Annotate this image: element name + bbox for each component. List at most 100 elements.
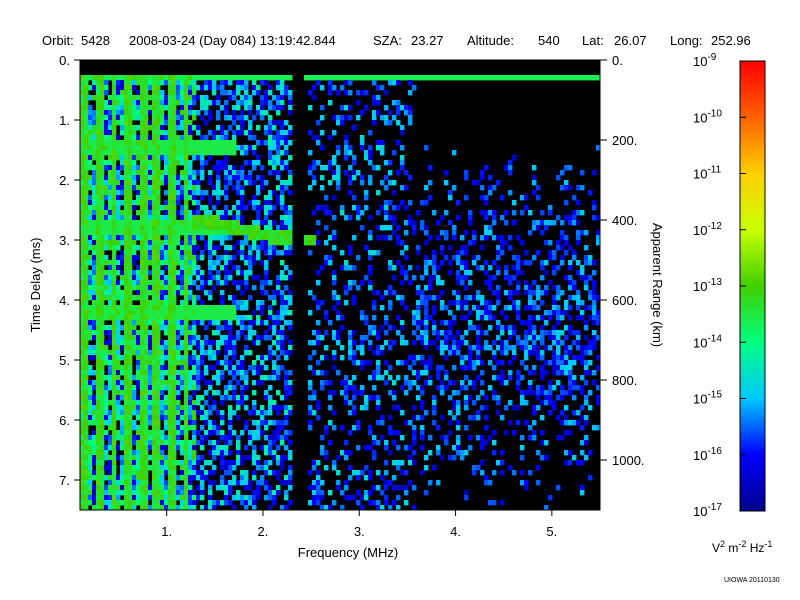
spectrogram-cell	[148, 205, 153, 211]
spectrogram-cell	[132, 110, 137, 116]
spectrogram-cell	[216, 310, 221, 316]
spectrogram-cell	[128, 75, 133, 81]
spectrogram-cell	[188, 460, 193, 466]
spectrogram-cell	[144, 285, 149, 291]
spectrogram-cell	[344, 265, 349, 271]
spectrogram-cell	[304, 235, 309, 241]
spectrogram-cell	[144, 265, 149, 271]
spectrogram-cell	[84, 435, 89, 441]
spectrogram-cell	[100, 310, 105, 316]
spectrogram-cell	[88, 435, 93, 441]
spectrogram-cell	[416, 285, 421, 291]
spectrogram-cell	[132, 435, 137, 441]
spectrogram-cell	[100, 485, 105, 491]
spectrogram-cell	[536, 290, 541, 296]
spectrogram-cell	[224, 190, 229, 196]
spectrogram-cell	[124, 485, 129, 491]
spectrogram-cell	[136, 400, 141, 406]
spectrogram-cell	[124, 345, 129, 351]
spectrogram-cell	[268, 445, 273, 451]
spectrogram-cell	[468, 220, 473, 226]
spectrogram-cell	[160, 455, 165, 461]
spectrogram-cell	[508, 190, 513, 196]
spectrogram-cell	[196, 400, 201, 406]
spectrogram-cell	[200, 150, 205, 156]
spectrogram-cell	[188, 485, 193, 491]
spectrogram-cell	[452, 255, 457, 261]
spectrogram-cell	[380, 475, 385, 481]
spectrogram-cell	[320, 380, 325, 386]
spectrogram-cell	[236, 105, 241, 111]
spectrogram-cell	[208, 490, 213, 496]
spectrogram-cell	[136, 335, 141, 341]
spectrogram-cell	[248, 335, 253, 341]
spectrogram-cell	[196, 355, 201, 361]
spectrogram-cell	[88, 200, 93, 206]
spectrogram-cell	[264, 375, 269, 381]
spectrogram-cell	[356, 420, 361, 426]
spectrogram-cell	[364, 490, 369, 496]
spectrogram-cell	[492, 365, 497, 371]
sza-label: SZA:	[373, 33, 402, 48]
spectrogram-cell	[316, 330, 321, 336]
spectrogram-cell	[164, 490, 169, 496]
spectrogram-cell	[240, 75, 245, 81]
spectrogram-cell	[128, 320, 133, 326]
spectrogram-cell	[528, 385, 533, 391]
spectrogram-cell	[240, 385, 245, 391]
spectrogram-cell	[120, 235, 125, 241]
spectrogram-cell	[452, 345, 457, 351]
spectrogram-cell	[228, 235, 233, 241]
spectrogram-cell	[360, 365, 365, 371]
spectrogram-cell	[352, 300, 357, 306]
spectrogram-cell	[196, 320, 201, 326]
spectrogram-cell	[108, 365, 113, 371]
spectrogram-cell	[240, 270, 245, 276]
spectrogram-cell	[180, 300, 185, 306]
spectrogram-cell	[280, 160, 285, 166]
spectrogram-cell	[104, 355, 109, 361]
spectrogram-cell	[252, 475, 257, 481]
spectrogram-cell	[496, 265, 501, 271]
spectrogram-cell	[160, 180, 165, 186]
spectrogram-cell	[192, 475, 197, 481]
spectrogram-cell	[116, 355, 121, 361]
spectrogram-cell	[140, 480, 145, 486]
spectrogram-cell	[432, 295, 437, 301]
spectrogram-cell	[116, 120, 121, 126]
spectrogram-cell	[92, 215, 97, 221]
spectrogram-cell	[396, 170, 401, 176]
spectrogram-cell	[260, 310, 265, 316]
spectrogram-cell	[336, 330, 341, 336]
spectrogram-cell	[92, 415, 97, 421]
spectrogram-cell	[152, 95, 157, 101]
spectrogram-cell	[184, 500, 189, 506]
spectrogram-cell	[212, 425, 217, 431]
spectrogram-cell	[256, 460, 261, 466]
spectrogram-cell	[200, 220, 205, 226]
spectrogram-cell	[228, 260, 233, 266]
spectrogram-cell	[384, 215, 389, 221]
spectrogram-cell	[224, 80, 229, 86]
spectrogram-cell	[192, 340, 197, 346]
spectrogram-cell	[424, 145, 429, 151]
spectrogram-cell	[252, 420, 257, 426]
spectrogram-cell	[544, 370, 549, 376]
spectrogram-cell	[128, 185, 133, 191]
spectrogram-cell	[440, 300, 445, 306]
spectrogram-cell	[152, 410, 157, 416]
spectrogram-cell	[108, 105, 113, 111]
spectrogram-cell	[400, 470, 405, 476]
spectrogram-cell	[168, 150, 173, 156]
spectrogram-cell	[440, 365, 445, 371]
spectrogram-cell	[308, 340, 313, 346]
spectrogram-cell	[328, 75, 333, 81]
spectrogram-cell	[96, 180, 101, 186]
spectrogram-cell	[144, 160, 149, 166]
spectrogram-cell	[224, 480, 229, 486]
spectrogram-cell	[80, 435, 85, 441]
spectrogram-cell	[164, 425, 169, 431]
spectrogram-cell	[152, 140, 157, 146]
spectrogram-cell	[508, 290, 513, 296]
spectrogram-cell	[196, 255, 201, 261]
